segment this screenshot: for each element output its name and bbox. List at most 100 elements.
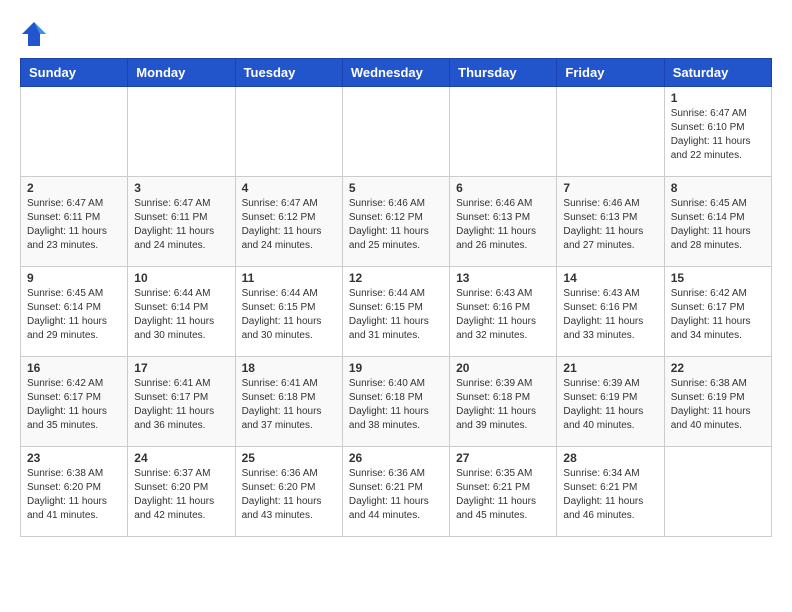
calendar-cell: 7 Sunrise: 6:46 AMSunset: 6:13 PMDaylight… [557,177,664,267]
logo-icon [20,20,48,48]
day-number: 21 [563,361,657,375]
day-number: 5 [349,181,443,195]
day-number: 2 [27,181,121,195]
day-number: 11 [242,271,336,285]
day-detail: Sunrise: 6:46 AMSunset: 6:13 PMDaylight:… [563,197,657,253]
calendar-cell: 13 Sunrise: 6:43 AMSunset: 6:16 PMDayligh… [450,267,557,357]
calendar-cell: 5 Sunrise: 6:46 AMSunset: 6:12 PMDaylight… [342,177,449,267]
day-number: 22 [671,361,765,375]
calendar-week-3: 9 Sunrise: 6:45 AMSunset: 6:14 PMDaylight… [21,267,772,357]
day-detail: Sunrise: 6:44 AMSunset: 6:14 PMDaylight:… [134,287,228,343]
day-detail: Sunrise: 6:45 AMSunset: 6:14 PMDaylight:… [27,287,121,343]
header-tuesday: Tuesday [235,59,342,87]
calendar-cell [664,447,771,537]
day-number: 6 [456,181,550,195]
calendar-week-2: 2 Sunrise: 6:47 AMSunset: 6:11 PMDaylight… [21,177,772,267]
day-detail: Sunrise: 6:34 AMSunset: 6:21 PMDaylight:… [563,467,657,523]
calendar-cell [235,87,342,177]
page-header [20,20,772,48]
calendar-cell: 28 Sunrise: 6:34 AMSunset: 6:21 PMDayligh… [557,447,664,537]
day-number: 18 [242,361,336,375]
day-detail: Sunrise: 6:40 AMSunset: 6:18 PMDaylight:… [349,377,443,433]
day-detail: Sunrise: 6:42 AMSunset: 6:17 PMDaylight:… [671,287,765,343]
day-detail: Sunrise: 6:36 AMSunset: 6:20 PMDaylight:… [242,467,336,523]
calendar-cell: 20 Sunrise: 6:39 AMSunset: 6:18 PMDayligh… [450,357,557,447]
day-number: 15 [671,271,765,285]
calendar-header-row: SundayMondayTuesdayWednesdayThursdayFrid… [21,59,772,87]
day-detail: Sunrise: 6:46 AMSunset: 6:12 PMDaylight:… [349,197,443,253]
day-detail: Sunrise: 6:47 AMSunset: 6:11 PMDaylight:… [134,197,228,253]
day-detail: Sunrise: 6:36 AMSunset: 6:21 PMDaylight:… [349,467,443,523]
day-number: 26 [349,451,443,465]
day-detail: Sunrise: 6:38 AMSunset: 6:20 PMDaylight:… [27,467,121,523]
calendar-cell [342,87,449,177]
day-detail: Sunrise: 6:43 AMSunset: 6:16 PMDaylight:… [563,287,657,343]
day-detail: Sunrise: 6:44 AMSunset: 6:15 PMDaylight:… [242,287,336,343]
day-number: 3 [134,181,228,195]
calendar-cell: 24 Sunrise: 6:37 AMSunset: 6:20 PMDayligh… [128,447,235,537]
day-number: 24 [134,451,228,465]
header-saturday: Saturday [664,59,771,87]
day-number: 16 [27,361,121,375]
day-number: 20 [456,361,550,375]
day-detail: Sunrise: 6:45 AMSunset: 6:14 PMDaylight:… [671,197,765,253]
day-number: 17 [134,361,228,375]
day-number: 13 [456,271,550,285]
calendar-cell: 23 Sunrise: 6:38 AMSunset: 6:20 PMDayligh… [21,447,128,537]
day-number: 1 [671,91,765,105]
day-number: 19 [349,361,443,375]
calendar-cell: 3 Sunrise: 6:47 AMSunset: 6:11 PMDaylight… [128,177,235,267]
calendar-cell: 27Sunrise: 6:35 AMSunset: 6:21 PMDayligh… [450,447,557,537]
day-detail: Sunrise: 6:47 AMSunset: 6:12 PMDaylight:… [242,197,336,253]
calendar-cell: 10 Sunrise: 6:44 AMSunset: 6:14 PMDayligh… [128,267,235,357]
day-detail: Sunrise: 6:44 AMSunset: 6:15 PMDaylight:… [349,287,443,343]
calendar-cell [128,87,235,177]
day-detail: Sunrise: 6:47 AMSunset: 6:11 PMDaylight:… [27,197,121,253]
calendar-cell: 21 Sunrise: 6:39 AMSunset: 6:19 PMDayligh… [557,357,664,447]
header-sunday: Sunday [21,59,128,87]
calendar-cell: 19 Sunrise: 6:40 AMSunset: 6:18 PMDayligh… [342,357,449,447]
header-thursday: Thursday [450,59,557,87]
calendar-cell: 26 Sunrise: 6:36 AMSunset: 6:21 PMDayligh… [342,447,449,537]
calendar-cell [557,87,664,177]
logo [20,20,52,48]
calendar-cell: 15 Sunrise: 6:42 AMSunset: 6:17 PMDayligh… [664,267,771,357]
calendar-week-5: 23 Sunrise: 6:38 AMSunset: 6:20 PMDayligh… [21,447,772,537]
calendar-cell [21,87,128,177]
calendar-cell: 2 Sunrise: 6:47 AMSunset: 6:11 PMDaylight… [21,177,128,267]
day-number: 4 [242,181,336,195]
day-number: 14 [563,271,657,285]
day-detail: Sunrise: 6:39 AMSunset: 6:19 PMDaylight:… [563,377,657,433]
calendar-week-4: 16 Sunrise: 6:42 AMSunset: 6:17 PMDayligh… [21,357,772,447]
day-detail: Sunrise: 6:46 AMSunset: 6:13 PMDaylight:… [456,197,550,253]
calendar-cell [450,87,557,177]
day-number: 12 [349,271,443,285]
calendar-cell: 9 Sunrise: 6:45 AMSunset: 6:14 PMDaylight… [21,267,128,357]
calendar-cell: 12 Sunrise: 6:44 AMSunset: 6:15 PMDayligh… [342,267,449,357]
day-detail: Sunrise: 6:43 AMSunset: 6:16 PMDaylight:… [456,287,550,343]
header-friday: Friday [557,59,664,87]
calendar-cell: 18Sunrise: 6:41 AMSunset: 6:18 PMDayligh… [235,357,342,447]
calendar-cell: 1 Sunrise: 6:47 AMSunset: 6:10 PMDaylight… [664,87,771,177]
day-number: 27 [456,451,550,465]
day-number: 28 [563,451,657,465]
calendar-cell: 16 Sunrise: 6:42 AMSunset: 6:17 PMDayligh… [21,357,128,447]
calendar-cell: 17 Sunrise: 6:41 AMSunset: 6:17 PMDayligh… [128,357,235,447]
day-detail: Sunrise: 6:47 AMSunset: 6:10 PMDaylight:… [671,107,765,163]
day-detail: Sunrise: 6:42 AMSunset: 6:17 PMDaylight:… [27,377,121,433]
day-number: 23 [27,451,121,465]
calendar-cell: 22Sunrise: 6:38 AMSunset: 6:19 PMDayligh… [664,357,771,447]
day-number: 7 [563,181,657,195]
calendar-cell: 14 Sunrise: 6:43 AMSunset: 6:16 PMDayligh… [557,267,664,357]
day-number: 8 [671,181,765,195]
day-number: 10 [134,271,228,285]
calendar-table: SundayMondayTuesdayWednesdayThursdayFrid… [20,58,772,537]
day-detail: Sunrise: 6:41 AMSunset: 6:17 PMDaylight:… [134,377,228,433]
calendar-cell: 6 Sunrise: 6:46 AMSunset: 6:13 PMDaylight… [450,177,557,267]
day-detail: Sunrise: 6:37 AMSunset: 6:20 PMDaylight:… [134,467,228,523]
calendar-cell: 11 Sunrise: 6:44 AMSunset: 6:15 PMDayligh… [235,267,342,357]
day-number: 25 [242,451,336,465]
day-number: 9 [27,271,121,285]
calendar-cell: 8 Sunrise: 6:45 AMSunset: 6:14 PMDaylight… [664,177,771,267]
day-detail: Sunrise: 6:39 AMSunset: 6:18 PMDaylight:… [456,377,550,433]
